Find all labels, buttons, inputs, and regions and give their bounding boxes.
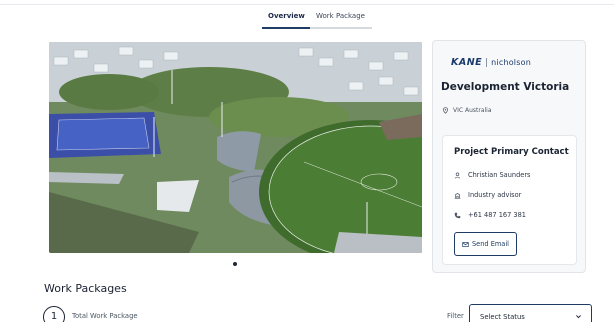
filter-label: Filter bbox=[447, 312, 464, 320]
client-name: Development Victoria bbox=[441, 81, 570, 93]
user-icon bbox=[454, 172, 461, 179]
contact-phone-row: +61 487 167 381 bbox=[454, 211, 526, 219]
send-email-button[interactable]: Send Email bbox=[454, 232, 517, 256]
send-email-label: Send Email bbox=[472, 240, 509, 248]
hero-image bbox=[49, 42, 422, 253]
top-divider bbox=[0, 0, 614, 5]
location-text: VIC Australia bbox=[453, 107, 492, 114]
contact-phone[interactable]: +61 487 167 381 bbox=[468, 211, 526, 219]
location: VIC Australia bbox=[442, 107, 492, 114]
building-icon bbox=[454, 192, 461, 199]
contact-name-row: Christian Saunders bbox=[454, 171, 530, 179]
company-logo: KANE nicholson bbox=[451, 56, 531, 68]
tab-active-indicator bbox=[262, 27, 310, 29]
carousel-dot[interactable] bbox=[233, 262, 237, 266]
logo-secondary: nicholson bbox=[491, 57, 531, 67]
status-filter-select[interactable]: Select Status bbox=[469, 304, 592, 322]
page-tabs: Overview Work Package bbox=[262, 11, 372, 29]
contact-role-row: Industry advisor bbox=[454, 191, 521, 199]
contact-name: Christian Saunders bbox=[468, 171, 531, 179]
project-info-card: KANE nicholson Development Victoria VIC … bbox=[432, 40, 586, 273]
mail-icon bbox=[462, 241, 469, 247]
map-pin-icon bbox=[443, 107, 448, 114]
work-package-count-label: Total Work Package bbox=[72, 312, 138, 320]
work-packages-heading: Work Packages bbox=[44, 282, 127, 295]
chevron-down-icon bbox=[576, 315, 581, 319]
status-filter-value: Select Status bbox=[480, 313, 525, 321]
logo-primary: KANE bbox=[451, 56, 483, 68]
contact-role: Industry advisor bbox=[468, 191, 522, 199]
contact-title: Project Primary Contact bbox=[454, 147, 569, 157]
logo-divider bbox=[486, 57, 488, 67]
contact-card: Project Primary Contact Christian Saunde… bbox=[442, 135, 577, 265]
work-package-count: 1 bbox=[43, 306, 65, 322]
phone-icon bbox=[454, 212, 461, 218]
